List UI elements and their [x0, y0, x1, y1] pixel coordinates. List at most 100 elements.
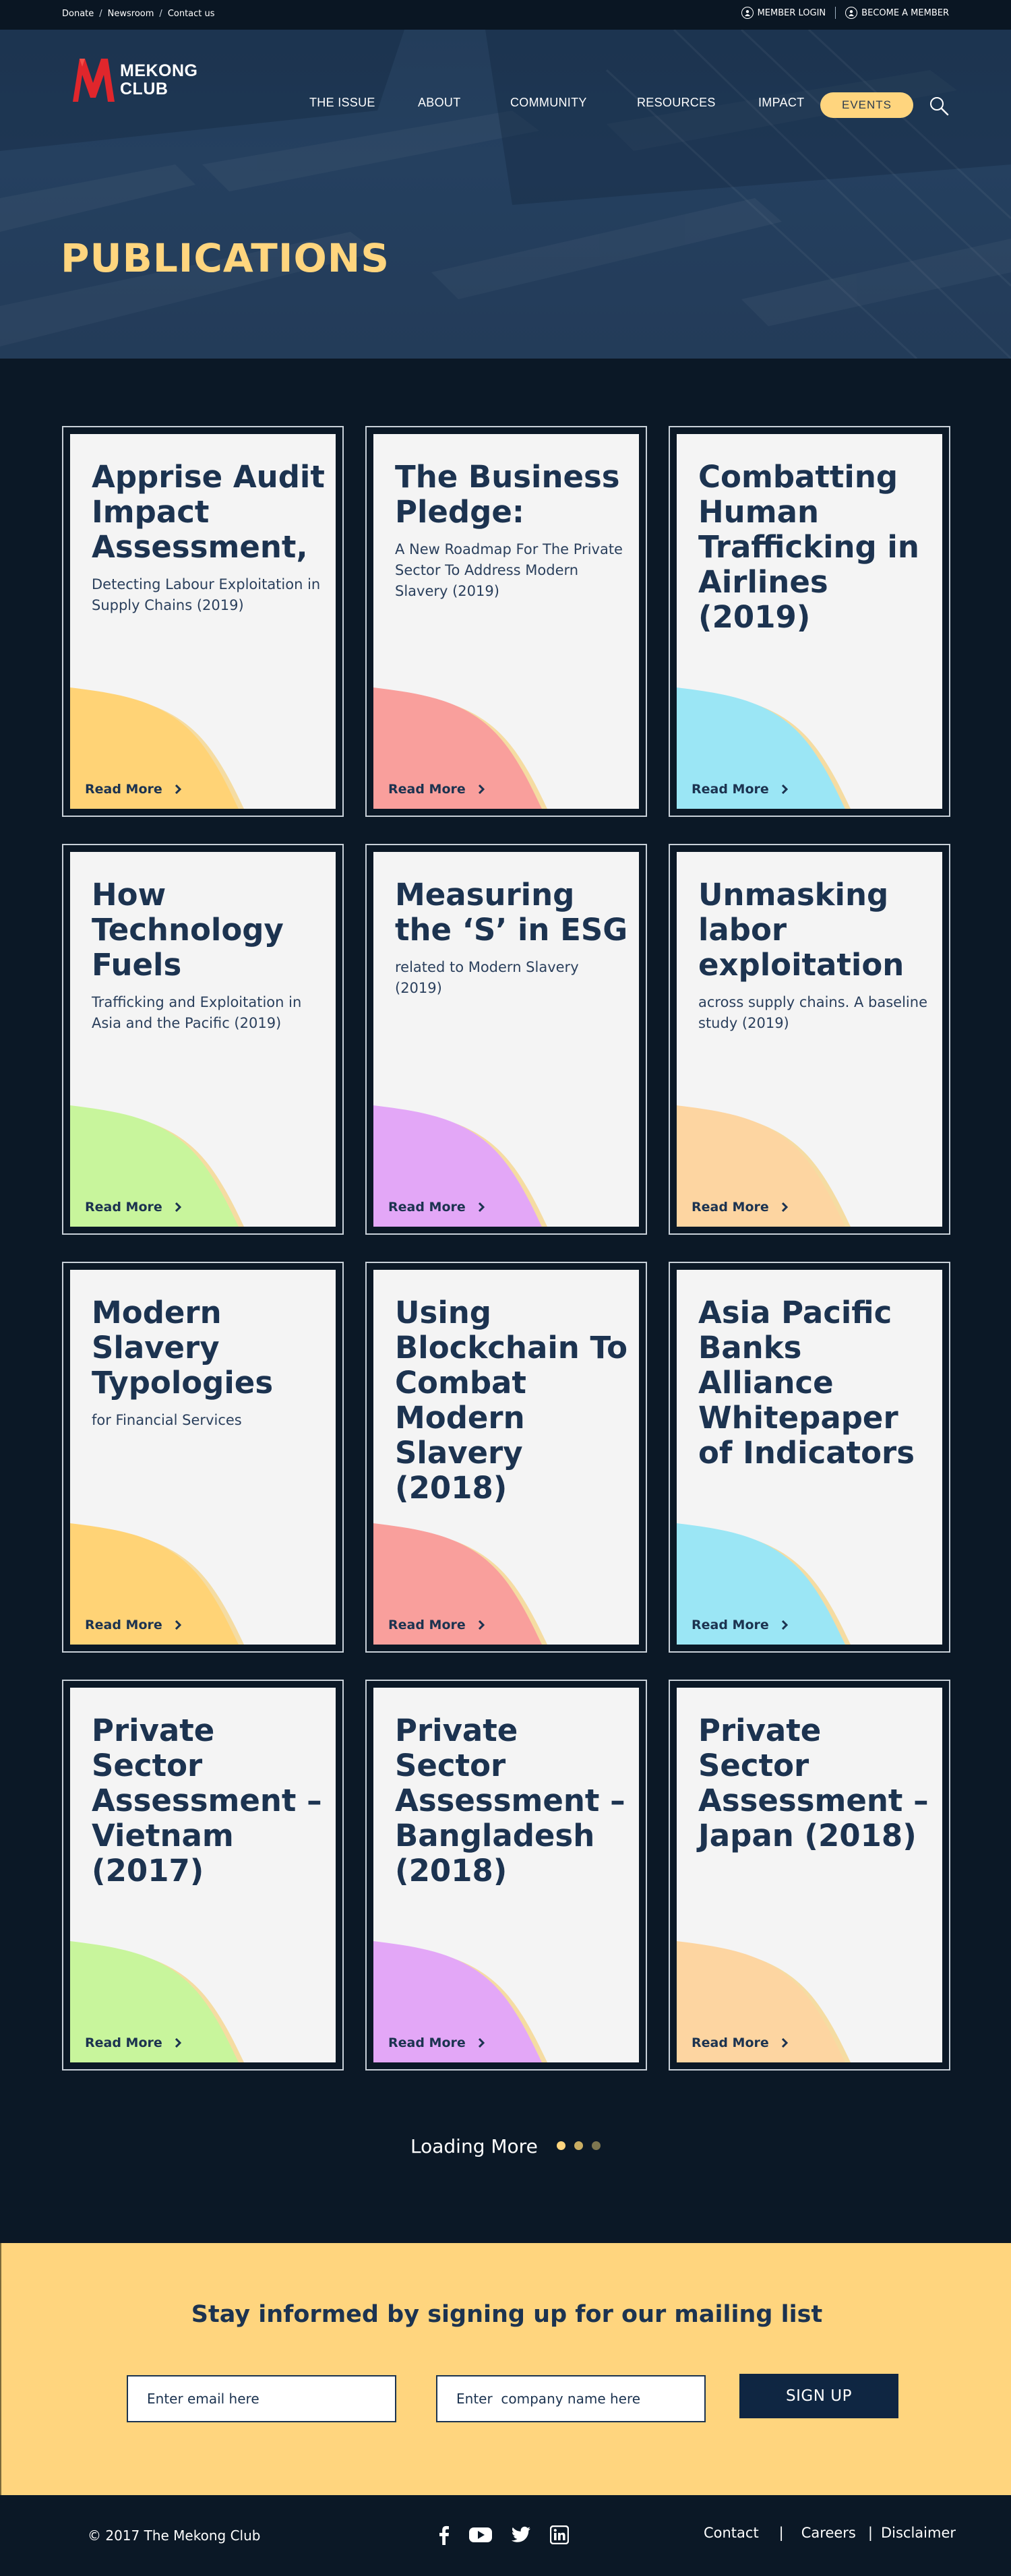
read-more-link[interactable]: Read More — [85, 2035, 181, 2050]
chevron-right-icon — [781, 785, 788, 794]
become-member-link[interactable]: BECOME A MEMBER — [845, 7, 949, 19]
publication-card[interactable]: Unmasking labor exploitation across suppl… — [669, 844, 950, 1235]
read-more-label: Read More — [388, 1618, 466, 1632]
publication-title: Combatting Human Trafficking in Airlines… — [698, 459, 919, 635]
publication-title: Unmasking labor exploitation — [698, 877, 905, 983]
read-more-label: Read More — [85, 782, 162, 797]
publication-cover: Combatting Human Trafficking in Airlines… — [677, 434, 942, 809]
separator: / — [159, 9, 162, 19]
publication-card[interactable]: Asia Pacific Banks Alliance Whitepaper o… — [669, 1262, 950, 1653]
chevron-right-icon — [478, 1202, 485, 1212]
publication-cover: Unmasking labor exploitation across suppl… — [677, 852, 942, 1227]
youtube-icon[interactable] — [469, 2526, 492, 2544]
publication-card[interactable]: The Business Pledge: A New Roadmap For Th… — [365, 426, 647, 817]
loading-dot — [556, 2141, 565, 2150]
footer-disclaimer-link[interactable]: Disclaimer — [881, 2525, 956, 2541]
publication-card[interactable]: Apprise Audit Impact Assessment, Detectin… — [62, 426, 344, 817]
events-button[interactable]: EVENTS — [820, 92, 913, 118]
loading-more-label: Loading More — [410, 2135, 538, 2157]
publication-subtitle: A New Roadmap For The Private Sector To … — [395, 541, 623, 599]
read-more-label: Read More — [388, 1200, 466, 1215]
read-more-link[interactable]: Read More — [388, 782, 485, 797]
publication-title: The Business Pledge: — [395, 459, 620, 530]
publication-card[interactable]: Modern Slavery Typologies for Financial S… — [62, 1262, 344, 1653]
loading-dots — [551, 2140, 601, 2153]
read-more-label: Read More — [692, 782, 769, 797]
publication-cover: Apprise Audit Impact Assessment, Detectin… — [70, 434, 336, 809]
publication-card[interactable]: Using Blockchain To Combat Modern Slaver… — [365, 1262, 647, 1653]
loading-more[interactable]: Loading More — [0, 2135, 1011, 2157]
read-more-label: Read More — [692, 2035, 769, 2050]
nav-item-resources[interactable]: RESOURCES — [637, 96, 716, 110]
publication-card[interactable]: Private Sector Assessment – Japan (2018)… — [669, 1680, 950, 2071]
newsroom-link[interactable]: Newsroom — [108, 9, 154, 19]
become-member-label: BECOME A MEMBER — [861, 7, 949, 18]
chevron-right-icon — [478, 785, 485, 794]
publication-card[interactable]: Private Sector Assessment – Vietnam (201… — [62, 1680, 344, 2071]
read-more-label: Read More — [85, 1618, 162, 1632]
divider — [835, 7, 836, 19]
read-more-link[interactable]: Read More — [692, 1618, 788, 1632]
utility-links: Donate / Newsroom / Contact us — [62, 9, 215, 19]
twitter-icon[interactable] — [511, 2526, 531, 2544]
publication-subtitle: across supply chains. A baseline study (… — [698, 994, 927, 1031]
publication-cover: Private Sector Assessment – Japan (2018)… — [677, 1688, 942, 2062]
read-more-link[interactable]: Read More — [388, 2035, 485, 2050]
email-field[interactable] — [127, 2375, 396, 2422]
copyright: © 2017 The Mekong Club — [88, 2527, 261, 2544]
read-more-link[interactable]: Read More — [388, 1200, 485, 1215]
publication-subtitle: Trafficking and Exploitation in Asia and… — [92, 994, 302, 1031]
publication-card[interactable]: Measuring the ‘S’ in ESG related to Mode… — [365, 844, 647, 1235]
publication-subtitle: for Financial Services — [92, 1412, 242, 1428]
publication-card[interactable]: Private Sector Assessment – Bangladesh (… — [365, 1680, 647, 2071]
footer-contact-link[interactable]: Contact — [704, 2525, 759, 2541]
social-links — [437, 2525, 569, 2545]
read-more-label: Read More — [388, 2035, 466, 2050]
hero-banner: MEKONG CLUB THE ISSUE ABOUT COMMUNITY RE… — [0, 30, 1011, 359]
search-icon[interactable] — [929, 96, 949, 116]
publication-subtitle: related to Modern Slavery (2019) — [395, 959, 579, 996]
nav-item-community[interactable]: COMMUNITY — [510, 96, 587, 110]
read-more-link[interactable]: Read More — [692, 2035, 788, 2050]
footer-links: Contact | Careers | Disclaimer — [704, 2525, 956, 2541]
read-more-link[interactable]: Read More — [692, 1200, 788, 1215]
sign-up-button[interactable]: SIGN UP — [739, 2374, 898, 2418]
chevron-right-icon — [175, 2038, 181, 2048]
loading-dot — [574, 2141, 583, 2150]
read-more-link[interactable]: Read More — [692, 782, 788, 797]
nav-item-impact[interactable]: IMPACT — [758, 96, 804, 110]
linkedin-icon[interactable] — [550, 2525, 569, 2544]
publication-title: Private Sector Assessment – Vietnam (201… — [92, 1713, 322, 1889]
nav-item-about[interactable]: ABOUT — [418, 96, 461, 110]
read-more-link[interactable]: Read More — [85, 1200, 181, 1215]
separator: / — [99, 9, 102, 19]
read-more-link[interactable]: Read More — [85, 1618, 181, 1632]
publication-subtitle: Detecting Labour Exploitation in Supply … — [92, 576, 321, 613]
read-more-link[interactable]: Read More — [85, 782, 181, 797]
chevron-right-icon — [478, 2038, 485, 2048]
facebook-icon[interactable] — [437, 2525, 450, 2545]
chevron-right-icon — [781, 1620, 788, 1630]
publication-cover: Measuring the ‘S’ in ESG related to Mode… — [373, 852, 639, 1227]
footer-careers-link[interactable]: Careers — [801, 2525, 856, 2541]
nav-item-the-issue[interactable]: THE ISSUE — [309, 96, 375, 110]
read-more-link[interactable]: Read More — [388, 1618, 485, 1632]
publication-title: Modern Slavery Typologies — [92, 1295, 274, 1401]
publication-cover: The Business Pledge: A New Roadmap For Th… — [373, 434, 639, 809]
publication-title: Asia Pacific Banks Alliance Whitepaper o… — [698, 1295, 915, 1471]
publication-card[interactable]: How Technology Fuels Trafficking and Expl… — [62, 844, 344, 1235]
publication-card[interactable]: Combatting Human Trafficking in Airlines… — [669, 426, 950, 817]
company-name-field[interactable] — [436, 2375, 706, 2422]
chevron-right-icon — [175, 785, 181, 794]
publication-title: Private Sector Assessment – Bangladesh (… — [395, 1713, 625, 1889]
chevron-right-icon — [175, 1202, 181, 1212]
account-links: MEMBER LOGIN BECOME A MEMBER — [741, 7, 949, 19]
loading-dot — [591, 2141, 601, 2150]
publication-cover: Private Sector Assessment – Bangladesh (… — [373, 1688, 639, 2062]
member-login-link[interactable]: MEMBER LOGIN — [741, 7, 826, 19]
contact-us-link[interactable]: Contact us — [168, 9, 215, 19]
publication-title: How Technology Fuels — [92, 877, 284, 983]
donate-link[interactable]: Donate — [62, 9, 94, 19]
read-more-label: Read More — [692, 1200, 769, 1215]
read-more-label: Read More — [692, 1618, 769, 1632]
